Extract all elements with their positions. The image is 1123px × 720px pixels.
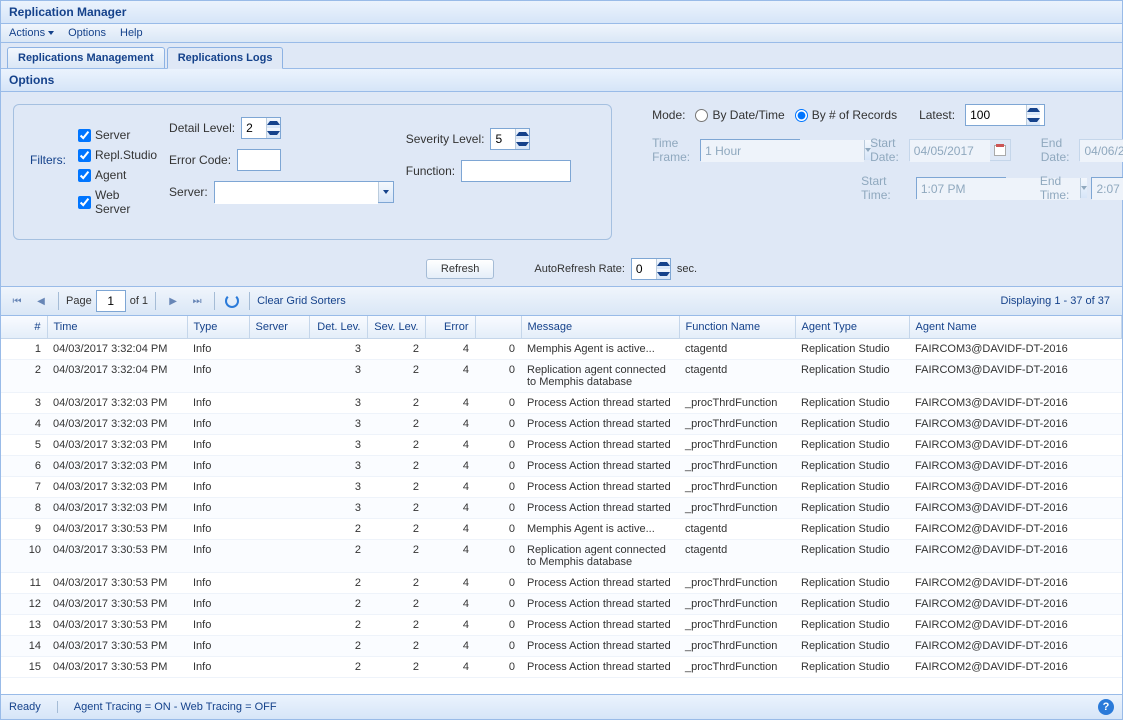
- options-panel-header: Options: [1, 69, 1122, 92]
- page-input[interactable]: [96, 290, 126, 312]
- end-date-input: [1079, 139, 1123, 161]
- log-grid[interactable]: # Time Type Server Det. Lev. Sev. Lev. E…: [1, 316, 1122, 694]
- grid-toolbar: ⏮ ◀ Page of 1 ▶ ⏭ Clear Grid Sorters Dis…: [1, 287, 1122, 316]
- mode-by-records-radio[interactable]: By # of Records: [795, 108, 897, 122]
- error-code-label: Error Code:: [169, 153, 231, 167]
- table-row[interactable]: 604/03/2017 3:32:03 PMInfo3240Process Ac…: [1, 456, 1122, 477]
- filter-webserver-checkbox[interactable]: Web Server: [78, 188, 157, 216]
- table-row[interactable]: 1004/03/2017 3:30:53 PMInfo2240Replicati…: [1, 540, 1122, 573]
- table-row[interactable]: 804/03/2017 3:32:03 PMInfo3240Process Ac…: [1, 498, 1122, 519]
- column-header-error[interactable]: Error: [425, 316, 475, 339]
- filter-replstudio-checkbox[interactable]: Repl.Studio: [78, 148, 157, 162]
- column-header-agentname[interactable]: Agent Name: [909, 316, 1122, 339]
- tab-replications-management[interactable]: Replications Management: [7, 47, 165, 68]
- first-page-button[interactable]: ⏮: [7, 291, 27, 311]
- clear-sorters-button[interactable]: Clear Grid Sorters: [257, 295, 346, 307]
- function-label: Function:: [406, 164, 455, 178]
- end-time-input: [1091, 177, 1123, 199]
- column-header-num[interactable]: #: [1, 316, 47, 339]
- refresh-grid-button[interactable]: [222, 291, 242, 311]
- end-date-label: End Date:: [1041, 136, 1070, 164]
- column-header-sevlev[interactable]: Sev. Lev.: [367, 316, 425, 339]
- start-date-input: [909, 139, 1011, 161]
- status-ready: Ready: [9, 701, 41, 713]
- mode-by-date-radio[interactable]: By Date/Time: [695, 108, 784, 122]
- chevron-down-icon: [48, 31, 54, 35]
- tab-replications-logs[interactable]: Replications Logs: [167, 47, 284, 69]
- table-row[interactable]: 904/03/2017 3:30:53 PMInfo2240Memphis Ag…: [1, 519, 1122, 540]
- filter-agent-checkbox[interactable]: Agent: [78, 168, 157, 182]
- table-row[interactable]: 704/03/2017 3:32:03 PMInfo3240Process Ac…: [1, 477, 1122, 498]
- error-code-input[interactable]: [237, 149, 281, 171]
- start-date-label: Start Date:: [870, 136, 899, 164]
- menu-options[interactable]: Options: [68, 27, 106, 39]
- column-header-agenttype[interactable]: Agent Type: [795, 316, 909, 339]
- table-row[interactable]: 1204/03/2017 3:30:53 PMInfo2240Process A…: [1, 594, 1122, 615]
- statusbar: Ready Agent Tracing = ON - Web Tracing =…: [1, 694, 1122, 719]
- severity-level-label: Severity Level:: [406, 132, 485, 146]
- page-of-label: of 1: [130, 295, 148, 307]
- detail-level-spinner[interactable]: [241, 117, 281, 139]
- column-header-server[interactable]: Server: [249, 316, 309, 339]
- column-header-message[interactable]: Message: [521, 316, 679, 339]
- server-label: Server:: [169, 185, 208, 199]
- latest-label: Latest:: [919, 108, 955, 122]
- time-frame-combobox: [700, 139, 800, 161]
- detail-level-label: Detail Level:: [169, 121, 235, 135]
- column-header-time[interactable]: Time: [47, 316, 187, 339]
- table-row[interactable]: 1504/03/2017 3:30:53 PMInfo2240Process A…: [1, 657, 1122, 678]
- tabstrip: Replications Management Replications Log…: [1, 43, 1122, 69]
- time-frame-label: Time Frame:: [652, 136, 690, 164]
- menu-help[interactable]: Help: [120, 27, 143, 39]
- table-row[interactable]: 104/03/2017 3:32:04 PMInfo3240Memphis Ag…: [1, 339, 1122, 360]
- end-time-label: End Time:: [1040, 174, 1082, 202]
- refresh-button[interactable]: Refresh: [426, 259, 495, 279]
- help-icon[interactable]: ?: [1098, 699, 1114, 715]
- server-combobox[interactable]: [214, 181, 394, 203]
- table-row[interactable]: 304/03/2017 3:32:03 PMInfo3240Process Ac…: [1, 393, 1122, 414]
- table-row[interactable]: 404/03/2017 3:32:03 PMInfo3240Process Ac…: [1, 414, 1122, 435]
- mode-label: Mode:: [652, 108, 685, 122]
- column-header-function[interactable]: Function Name: [679, 316, 795, 339]
- grid-header-row: # Time Type Server Det. Lev. Sev. Lev. E…: [1, 316, 1122, 339]
- autorefresh-label: AutoRefresh Rate:: [534, 263, 625, 275]
- autorefresh-spinner[interactable]: [631, 258, 671, 280]
- filters-label: Filters:: [30, 153, 66, 167]
- menu-actions[interactable]: Actions: [9, 27, 54, 39]
- prev-page-button[interactable]: ◀: [31, 291, 51, 311]
- refresh-icon: [225, 294, 239, 308]
- table-row[interactable]: 1404/03/2017 3:30:53 PMInfo2240Process A…: [1, 636, 1122, 657]
- table-row[interactable]: 204/03/2017 3:32:04 PMInfo3240Replicatio…: [1, 360, 1122, 393]
- filters-fieldset: Filters: Server Repl.Studio Agent Web Se…: [13, 104, 612, 240]
- severity-level-spinner[interactable]: [490, 128, 530, 150]
- column-header-detlev[interactable]: Det. Lev.: [309, 316, 367, 339]
- column-header-type[interactable]: Type: [187, 316, 249, 339]
- status-tracing: Agent Tracing = ON - Web Tracing = OFF: [74, 701, 277, 713]
- sec-label: sec.: [677, 263, 697, 275]
- table-row[interactable]: 1104/03/2017 3:30:53 PMInfo2240Process A…: [1, 573, 1122, 594]
- filter-server-checkbox[interactable]: Server: [78, 128, 157, 142]
- calendar-icon: [994, 145, 1006, 156]
- table-row[interactable]: 1304/03/2017 3:30:53 PMInfo2240Process A…: [1, 615, 1122, 636]
- last-page-button[interactable]: ⏭: [187, 291, 207, 311]
- menubar: Actions Options Help: [1, 24, 1122, 43]
- column-header-error2[interactable]: [475, 316, 521, 339]
- next-page-button[interactable]: ▶: [163, 291, 183, 311]
- table-row[interactable]: 504/03/2017 3:32:03 PMInfo3240Process Ac…: [1, 435, 1122, 456]
- paging-display: Displaying 1 - 37 of 37: [1001, 295, 1116, 307]
- page-label: Page: [66, 295, 92, 307]
- app-title: Replication Manager: [1, 1, 1122, 24]
- function-input[interactable]: [461, 160, 571, 182]
- start-time-label: Start Time:: [861, 174, 906, 202]
- start-time-input: [916, 177, 1006, 199]
- latest-spinner[interactable]: [965, 104, 1045, 126]
